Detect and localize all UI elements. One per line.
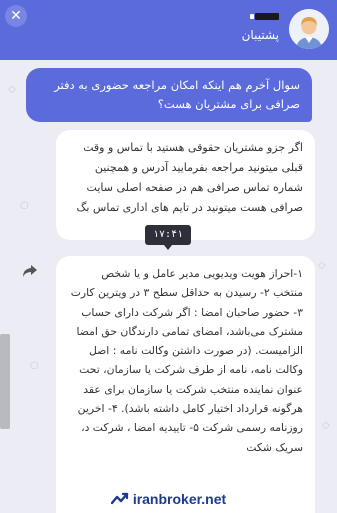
chat-title: پشتیبان: [241, 28, 279, 42]
decor-dot: ◇: [318, 260, 326, 271]
share-icon: [23, 265, 37, 277]
timestamp-tooltip: ۱۷:۴۱: [145, 225, 191, 250]
decor-dot: ○: [20, 200, 29, 211]
bot-message: ۱-احراز هویت ویدیویی مدیر عامل و یا شخص …: [56, 256, 315, 513]
scrollbar[interactable]: [0, 334, 10, 429]
decor-dot: ○: [30, 360, 39, 371]
bot-message: اگر جزو مشتریان حقوقی هستید با تماس و وق…: [56, 130, 315, 240]
share-button[interactable]: [22, 264, 42, 284]
status-badge: [250, 13, 279, 20]
close-button[interactable]: ✕: [5, 5, 27, 27]
support-agent-icon: [289, 9, 329, 49]
decor-dot: ◇: [8, 84, 16, 95]
decor-dot: ◇: [322, 420, 330, 431]
iranbroker-logo-icon: [110, 492, 129, 504]
site-watermark: iranbroker.net: [96, 484, 241, 513]
support-avatar: [289, 9, 329, 49]
watermark-text: iranbroker.net: [132, 490, 227, 507]
chat-area[interactable]: ◇ ○ ○ ◇ ○ ◇ سوال آخرم هم اینکه امکان مرا…: [0, 60, 337, 513]
chat-header: ✕ پشتیبان: [0, 0, 337, 60]
user-message: سوال آخرم هم اینکه امکان مراجعه حضوری به…: [26, 68, 312, 122]
